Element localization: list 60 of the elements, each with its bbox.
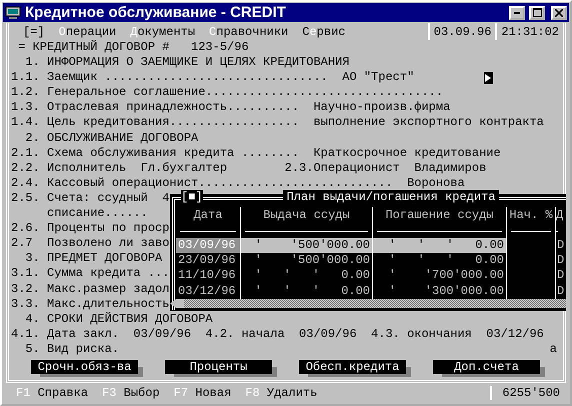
menu-item[interactable]: Операции	[58, 24, 116, 38]
table-cell[interactable]: ' '500'000.00	[241, 238, 373, 254]
form-line: 3. ПРЕДМЕТ ДОГОВОРА	[24, 251, 162, 266]
form-line: 1.2. Генеральное соглашение.................................	[11, 85, 444, 100]
close-button[interactable]	[551, 6, 567, 20]
form-line: 2.1. Схема обслуживания кредита ........ Краткосрочное кредитование	[11, 146, 501, 161]
form-line: 1.3. Отраслевая принадлежность.......... Научно-произв.фирма	[11, 100, 450, 116]
window-title: Кредитное обслуживание - CREDIT	[25, 4, 287, 21]
close-icon	[555, 8, 563, 16]
left-arrow-icon	[170, 299, 184, 308]
column-header: Выдача ссуды	[263, 208, 350, 222]
time-display: 21:31:02	[495, 23, 563, 40]
table-cell[interactable]: 23/09/96	[176, 253, 241, 268]
column-header: Погашение ссуды	[385, 208, 494, 222]
form-line: 4.1. Дата закл. 03/09/96 4.2. начала 03/09/96 4.3. окончания 03/12/96	[11, 326, 544, 342]
tab-button[interactable]: Доп.счета	[433, 360, 540, 374]
form-line: = КРЕДИТНЫЙ ДОГОВОР # 123-5/96	[17, 40, 249, 56]
form-line: 2.2. Исполнитель Гл.бухгалтер 2.3.Операционист Владимиров	[11, 160, 486, 176]
tab-button[interactable]: Срочн.обяз-ва	[31, 360, 138, 374]
menu-item[interactable]: Сервис	[302, 24, 346, 38]
minimize-button[interactable]	[509, 6, 525, 20]
shortcut-hint[interactable]: F8 Удалить	[245, 386, 318, 400]
status-value: 6255'500	[490, 386, 560, 400]
dialog-title: План выдачи/погашения кредита	[282, 190, 500, 204]
form-line: 5. Вид риска.	[24, 342, 120, 357]
form-line: 3.3. Макс.длительность	[11, 296, 170, 312]
form-line: 1.4. Цель кредитования.................. выполнение экспортного контракта	[11, 115, 544, 131]
table-cell[interactable]: ' ' ' 0.00	[373, 238, 507, 254]
form-line: 2. ОБСЛУЖИВАНИЕ ДОГОВОРА	[24, 130, 198, 146]
close-button[interactable]: [■]	[181, 190, 203, 204]
form-line: 1.1. Заемщик ............................... АО "Трест"	[11, 70, 414, 86]
scroll-bar[interactable]	[184, 299, 566, 308]
menu-item[interactable]: Документы	[130, 24, 196, 38]
maximize-button[interactable]	[529, 6, 545, 20]
column-header: Нач. %	[509, 208, 553, 222]
computer-icon	[5, 6, 21, 20]
form-line: списание......	[46, 206, 148, 222]
column-header: Дата	[194, 208, 222, 222]
table-cell[interactable]: 03/12/96	[176, 284, 241, 299]
form-line: 1. ИНФОРМАЦИЯ О ЗАЕМЩИКЕ И ЦЕЛЯХ КРЕДИТОВАНИЯ	[24, 55, 350, 70]
form-line: 2.7 Позволено ли заво	[11, 236, 170, 252]
form-line: 2.5. Счета: ссудный 4	[11, 190, 170, 206]
form-line: a	[550, 342, 557, 357]
form-line: 2.6. Проценты по проср	[11, 221, 170, 236]
date-display: 03.09.96	[428, 23, 496, 40]
minimize-icon	[514, 12, 520, 14]
form-line: 2.4. Кассовый операционист........................... Воронова	[11, 176, 465, 191]
form-line: 3.1. Сумма кредита ...	[11, 266, 170, 282]
form-line: 3.2. Макс.размер задол	[11, 282, 170, 297]
tab-button[interactable]: Проценты	[165, 360, 272, 374]
menu-item[interactable]: Справочники	[209, 24, 288, 38]
tab-button[interactable]: Обесп.кредита	[299, 360, 406, 374]
shortcut-hint[interactable]: F1 Справка	[16, 386, 88, 400]
form-line: 4. СРОКИ ДЕЙСТВИЯ ДОГОВОРА	[24, 312, 213, 327]
maximize-icon	[532, 8, 542, 17]
shortcut-hint[interactable]: F3 Выбор	[102, 386, 160, 400]
shortcut-hint[interactable]: F7 Новая	[174, 386, 232, 400]
table-cell[interactable]: 11/10/96	[176, 268, 241, 284]
column-header: Д	[556, 208, 564, 222]
system-menu[interactable]: [=]	[23, 24, 45, 38]
